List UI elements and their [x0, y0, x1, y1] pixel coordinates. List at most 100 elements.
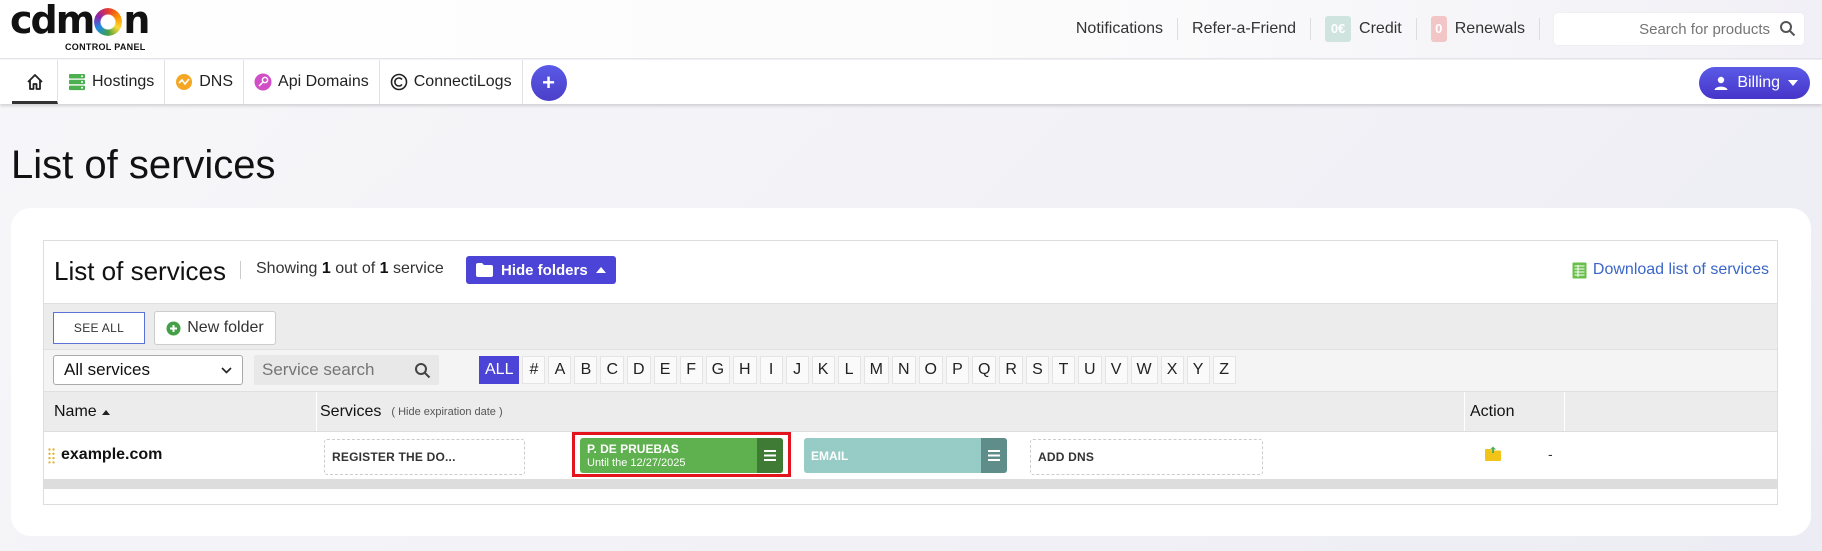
service-type-select[interactable]: All services	[53, 355, 243, 385]
service-search	[254, 355, 439, 385]
caret-up-icon	[595, 267, 606, 273]
tab-home[interactable]	[12, 60, 58, 104]
product-search-input[interactable]	[1554, 13, 1804, 45]
logo-ring-icon	[94, 8, 123, 36]
service-search-input[interactable]	[254, 355, 439, 385]
tab-connectilogs-label: ConnectiLogs	[413, 73, 512, 90]
credit-badge: 0€	[1325, 16, 1352, 42]
services-panel: List of services Showing 1 out of 1 serv…	[43, 240, 1778, 505]
email-menu-button[interactable]	[981, 438, 1007, 473]
letter-filter-button[interactable]: L	[837, 356, 861, 384]
sort-up-icon	[101, 409, 110, 415]
letter-filter-button[interactable]: K	[811, 356, 835, 384]
column-name[interactable]: Name	[54, 392, 110, 432]
letter-filter-button[interactable]: Q	[971, 356, 997, 384]
chevron-down-icon	[221, 366, 232, 374]
billing-label: Billing	[1737, 74, 1780, 91]
list-title: List of services	[54, 256, 226, 286]
credit-link[interactable]: 0€ Credit	[1311, 16, 1416, 42]
caret-down-icon	[1788, 80, 1798, 86]
hamburger-icon	[764, 450, 776, 461]
tab-api-domains-label: Api Domains	[278, 73, 369, 90]
letter-filter-button[interactable]: E	[653, 356, 677, 384]
add-service-button[interactable]: +	[530, 65, 567, 101]
column-action: Action	[1470, 392, 1514, 432]
new-folder-button[interactable]: New folder	[154, 311, 276, 345]
table-footer	[44, 479, 1777, 489]
letter-filter-button[interactable]: B	[574, 356, 598, 384]
letter-filter-button[interactable]: X	[1160, 356, 1184, 384]
list-header: List of services Showing 1 out of 1 serv…	[44, 241, 1777, 303]
column-action-label: Action	[1470, 403, 1515, 420]
renewals-link[interactable]: 0 Renewals	[1417, 16, 1539, 42]
letter-filter-button[interactable]: H	[733, 356, 757, 384]
billing-button[interactable]: Billing	[1699, 67, 1810, 99]
letter-filter-all[interactable]: ALL	[479, 356, 520, 384]
letter-filter-button[interactable]: G	[705, 356, 731, 384]
hide-expiration-toggle[interactable]: ( Hide expiration date )	[391, 406, 502, 418]
hosting-menu-button[interactable]	[757, 438, 783, 473]
letter-filter-button[interactable]: M	[863, 356, 889, 384]
letter-filter-button[interactable]: C	[600, 356, 625, 384]
letter-filter-button[interactable]: R	[999, 356, 1023, 384]
divider	[1539, 18, 1540, 40]
letter-filter-button[interactable]: O	[918, 356, 943, 384]
tab-hostings[interactable]: Hostings	[58, 60, 166, 104]
folder-icon	[476, 263, 493, 277]
letter-filter-button[interactable]: P	[945, 356, 969, 384]
action-placeholder: -	[1548, 446, 1553, 462]
renewals-badge: 0	[1430, 16, 1447, 42]
letter-filter-button[interactable]: I	[759, 356, 783, 384]
count-mid: out of	[335, 260, 376, 277]
tab-dns[interactable]: DNS	[165, 60, 245, 104]
download-list-link[interactable]: Download list of services	[1572, 261, 1769, 279]
letter-filter-button[interactable]: S	[1025, 356, 1049, 384]
divider	[240, 261, 241, 279]
domain-name[interactable]: example.com	[61, 446, 162, 464]
letter-filter-button[interactable]: U	[1077, 356, 1102, 384]
tab-api-domains[interactable]: Api Domains	[244, 60, 380, 104]
page-title: List of services	[11, 143, 276, 187]
letter-filter-button[interactable]: Y	[1186, 356, 1210, 384]
tab-connectilogs[interactable]: ConnectiLogs	[380, 60, 523, 104]
move-to-folder-icon[interactable]	[1484, 446, 1502, 462]
count-suffix: service	[393, 260, 444, 277]
search-icon[interactable]	[1779, 20, 1796, 37]
letter-filter-button[interactable]: W	[1130, 356, 1158, 384]
notifications-label: Notifications	[1075, 20, 1164, 37]
letter-filter-button[interactable]: J	[785, 356, 809, 384]
see-all-button[interactable]: SEE ALL	[53, 312, 145, 344]
count-prefix: Showing	[256, 260, 318, 277]
top-header: cdm n CONTROL PANEL Notifications Refer-a…	[0, 0, 1822, 59]
letter-filter: ALL # A B C D E F G H I J K L M N O P Q R S T U V W X Y Z	[479, 356, 1236, 384]
letter-filter-button[interactable]: A	[548, 356, 572, 384]
divider	[316, 392, 317, 432]
add-dns-service[interactable]: ADD DNS	[1030, 439, 1263, 475]
letter-filter-button[interactable]: V	[1104, 356, 1128, 384]
hide-folders-label: Hide folders	[501, 261, 588, 279]
new-folder-label: New folder	[187, 319, 264, 336]
letter-filter-button[interactable]: #	[522, 356, 546, 384]
table-header: Name Services ( Hide expiration date ) A…	[44, 391, 1777, 432]
count-total: 1	[379, 260, 389, 277]
drag-handle-icon[interactable]	[48, 448, 55, 464]
notifications-link[interactable]: Notifications	[1062, 17, 1177, 41]
hosting-service[interactable]: P. DE PRUEBAS Until the 12/27/2025	[580, 438, 783, 473]
service-count: Showing 1 out of 1 service	[256, 260, 444, 278]
hide-folders-button[interactable]: Hide folders	[466, 256, 616, 284]
email-service[interactable]: EMAIL	[804, 438, 1007, 473]
search-icon[interactable]	[414, 362, 431, 379]
letter-filter-button[interactable]: Z	[1212, 356, 1236, 384]
cdmon-logo[interactable]: cdm n CONTROL PANEL	[10, 0, 160, 54]
refer-friend-link[interactable]: Refer-a-Friend	[1178, 17, 1310, 41]
letter-filter-button[interactable]: D	[627, 356, 651, 384]
dns-icon	[176, 74, 193, 90]
letter-filter-button[interactable]: F	[679, 356, 703, 384]
register-domain-service[interactable]: REGISTER THE DO...	[324, 439, 525, 475]
service-type-value: All services	[64, 360, 150, 379]
letter-filter-button[interactable]: T	[1051, 356, 1075, 384]
tab-hostings-label: Hostings	[92, 73, 155, 90]
main-navbar: Hostings DNS Api Domains ConnectiLogs + …	[0, 60, 1822, 104]
credit-label: Credit	[1359, 20, 1402, 37]
letter-filter-button[interactable]: N	[891, 356, 916, 384]
